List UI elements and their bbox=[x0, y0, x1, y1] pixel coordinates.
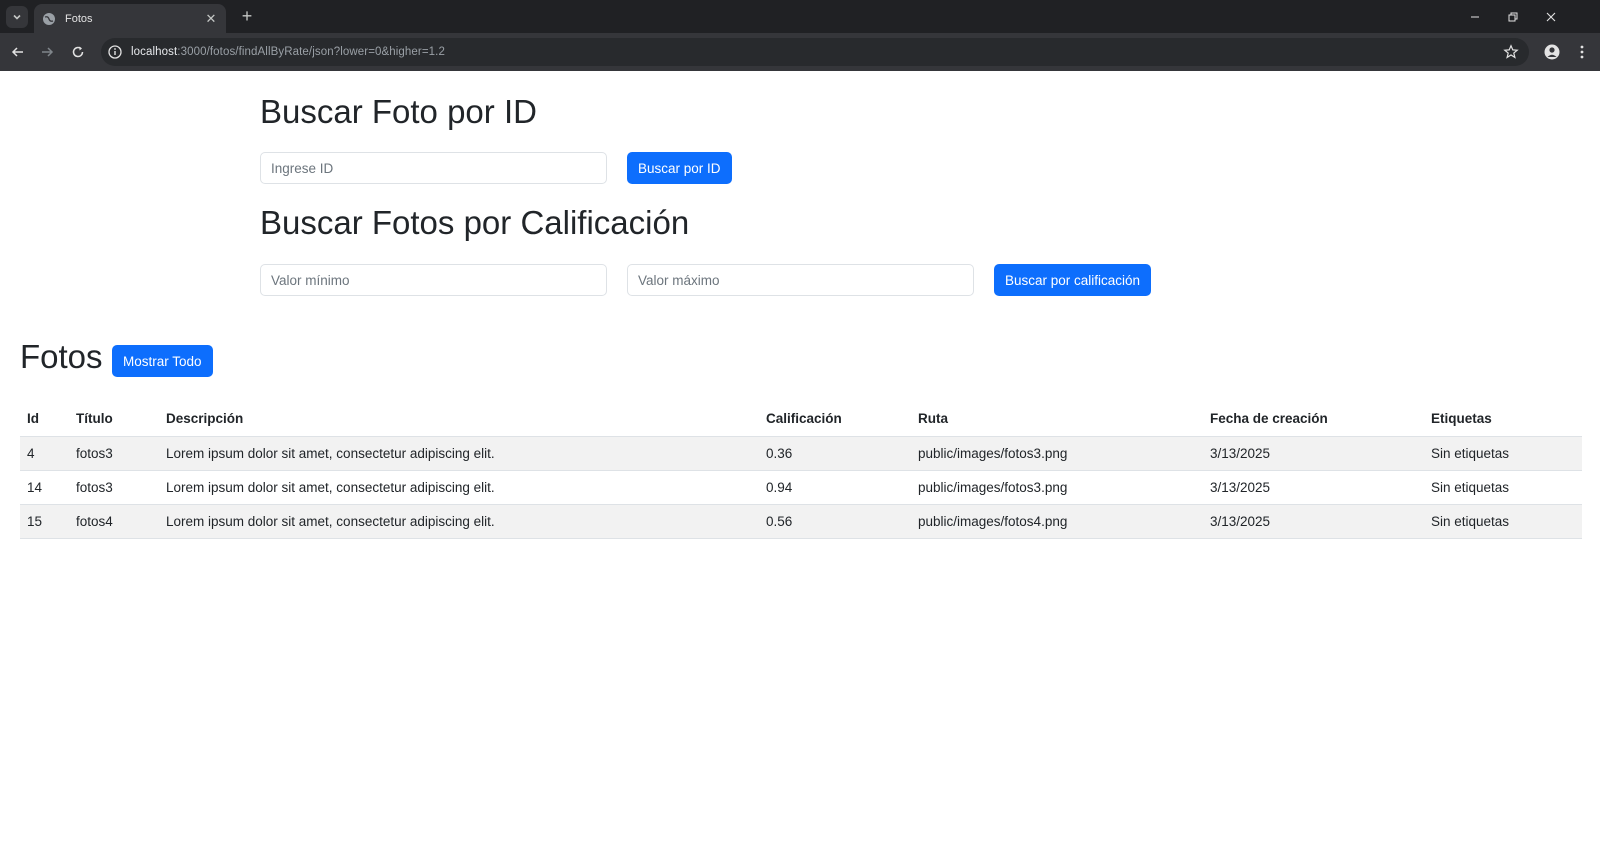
column-header-title: Título bbox=[69, 402, 159, 437]
url-text: localhost:3000/fotos/findAllByRate/json?… bbox=[131, 38, 445, 66]
cell-tags: Sin etiquetas bbox=[1424, 436, 1582, 471]
search-by-rating-heading: Buscar Fotos por Calificación bbox=[260, 204, 690, 241]
cell-path: public/images/fotos4.png bbox=[911, 504, 1203, 539]
cell-title: fotos3 bbox=[69, 470, 159, 505]
cell-created-date: 3/13/2025 bbox=[1203, 436, 1424, 471]
search-by-id-heading: Buscar Foto por ID bbox=[260, 93, 537, 130]
cell-tags: Sin etiquetas bbox=[1424, 504, 1582, 539]
new-tab-icon[interactable]: + bbox=[236, 6, 258, 28]
photos-heading: Fotos bbox=[20, 338, 103, 375]
id-input[interactable] bbox=[260, 152, 607, 184]
column-header-rating: Calificación bbox=[759, 402, 911, 437]
tab-title: Fotos bbox=[65, 12, 93, 25]
cell-description: Lorem ipsum dolor sit amet, consectetur … bbox=[159, 470, 759, 505]
cell-created-date: 3/13/2025 bbox=[1203, 504, 1424, 539]
forward-icon[interactable] bbox=[35, 40, 59, 64]
back-icon[interactable] bbox=[6, 40, 30, 64]
url-host: localhost bbox=[131, 46, 178, 58]
column-header-id: Id bbox=[20, 402, 69, 437]
cell-id: 14 bbox=[20, 470, 69, 505]
browser-menu-icon[interactable] bbox=[1572, 40, 1592, 64]
cell-tags: Sin etiquetas bbox=[1424, 470, 1582, 505]
address-bar[interactable]: localhost:3000/fotos/findAllByRate/json?… bbox=[101, 38, 1529, 66]
browser-tab-strip: Fotos ✕ + bbox=[0, 0, 1600, 33]
cell-title: fotos4 bbox=[69, 504, 159, 539]
column-header-path: Ruta bbox=[911, 402, 1203, 437]
column-header-description: Descripción bbox=[159, 402, 759, 437]
close-tab-icon[interactable]: ✕ bbox=[204, 11, 218, 27]
cell-path: public/images/fotos3.png bbox=[911, 436, 1203, 471]
table-header-row: Id Título Descripción Calificación Ruta … bbox=[20, 402, 1582, 437]
tab-list-button[interactable] bbox=[6, 6, 28, 28]
profile-icon[interactable] bbox=[1540, 40, 1564, 64]
table-row: 15 fotos4 Lorem ipsum dolor sit amet, co… bbox=[20, 504, 1582, 539]
cell-rating: 0.94 bbox=[759, 470, 911, 505]
cell-description: Lorem ipsum dolor sit amet, consectetur … bbox=[159, 436, 759, 471]
show-all-button[interactable]: Mostrar Todo bbox=[112, 345, 213, 377]
min-value-input[interactable] bbox=[260, 264, 607, 296]
search-by-rating-button[interactable]: Buscar por calificación bbox=[994, 264, 1152, 296]
site-info-icon[interactable] bbox=[107, 44, 123, 60]
globe-icon bbox=[42, 12, 56, 26]
minimize-icon[interactable] bbox=[1456, 0, 1494, 33]
cell-id: 15 bbox=[20, 504, 69, 539]
url-path: :3000/fotos/findAllByRate/json?lower=0&h… bbox=[177, 46, 445, 58]
restore-icon[interactable] bbox=[1494, 0, 1532, 33]
table-row: 14 fotos3 Lorem ipsum dolor sit amet, co… bbox=[20, 470, 1582, 505]
cell-rating: 0.36 bbox=[759, 436, 911, 471]
column-header-tags: Etiquetas bbox=[1424, 402, 1582, 437]
cell-path: public/images/fotos3.png bbox=[911, 470, 1203, 505]
reload-icon[interactable] bbox=[66, 40, 90, 64]
cell-rating: 0.56 bbox=[759, 504, 911, 539]
close-window-icon[interactable] bbox=[1532, 0, 1570, 33]
bookmark-star-icon[interactable] bbox=[1503, 44, 1519, 60]
photos-table: Id Título Descripción Calificación Ruta … bbox=[20, 402, 1582, 539]
cell-title: fotos3 bbox=[69, 436, 159, 471]
cell-id: 4 bbox=[20, 436, 69, 471]
chevron-down-icon bbox=[13, 14, 21, 20]
browser-toolbar: localhost:3000/fotos/findAllByRate/json?… bbox=[0, 33, 1600, 71]
max-value-input[interactable] bbox=[627, 264, 974, 296]
table-row: 4 fotos3 Lorem ipsum dolor sit amet, con… bbox=[20, 436, 1582, 471]
column-header-created-date: Fecha de creación bbox=[1203, 402, 1424, 437]
browser-tab[interactable]: Fotos ✕ bbox=[34, 4, 226, 33]
search-by-id-button[interactable]: Buscar por ID bbox=[627, 152, 732, 184]
cell-created-date: 3/13/2025 bbox=[1203, 470, 1424, 505]
cell-description: Lorem ipsum dolor sit amet, consectetur … bbox=[159, 504, 759, 539]
